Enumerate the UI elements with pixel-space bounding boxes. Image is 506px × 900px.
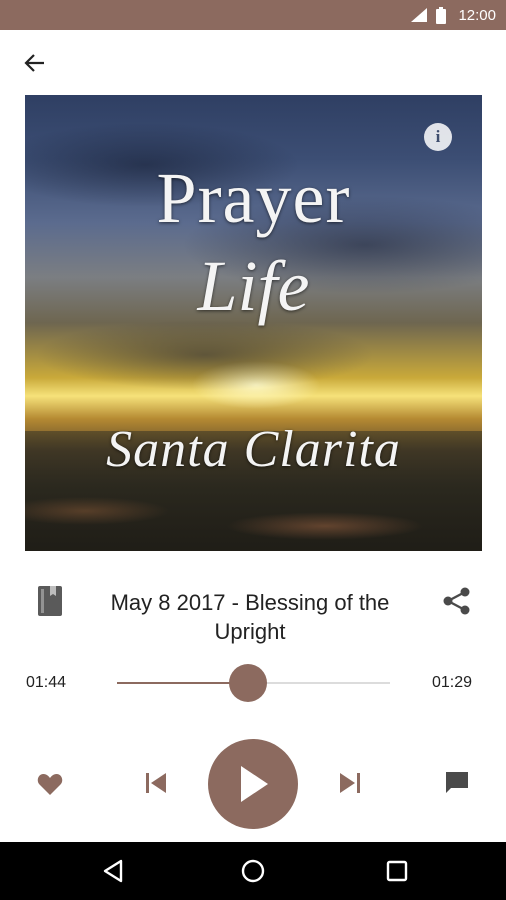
nav-back-button[interactable] [98, 856, 128, 886]
cover-title-line3: Santa Clarita [106, 421, 401, 478]
album-cover: Prayer Life Santa Clarita i [25, 95, 482, 551]
back-button[interactable] [18, 46, 52, 80]
remaining-time: 01:29 [432, 674, 473, 691]
play-icon [241, 766, 268, 802]
skip-next-button[interactable] [334, 767, 366, 799]
nav-home-button[interactable] [238, 856, 268, 886]
play-button[interactable] [208, 739, 298, 829]
back-triangle-icon [103, 859, 123, 883]
skip-previous-icon [146, 773, 166, 793]
nav-recents-button[interactable] [382, 856, 412, 886]
app-bar [0, 30, 506, 95]
favorite-button[interactable] [34, 768, 66, 800]
cover-title-line1: Prayer [156, 158, 351, 238]
cover-title-line2: Life [197, 246, 310, 326]
elapsed-time: 01:44 [26, 674, 67, 691]
status-icons: 12:00 [410, 0, 496, 30]
status-time: 12:00 [458, 6, 496, 24]
seek-thumb[interactable] [229, 664, 268, 702]
signal-icon [411, 8, 428, 22]
comment-icon [446, 772, 468, 793]
track-title: May 8 2017 - Blessing of the Upright [110, 590, 390, 644]
share-icon [443, 587, 470, 615]
skip-next-icon [340, 773, 360, 793]
system-nav-bar [0, 842, 506, 900]
recents-square-icon [386, 860, 408, 882]
track-info-row: May 8 2017 - Blessing of the Upright [0, 580, 506, 650]
skip-previous-button[interactable] [140, 767, 172, 799]
book-icon[interactable] [38, 586, 62, 616]
heart-icon [37, 774, 63, 795]
comment-button[interactable] [441, 766, 473, 798]
status-bar: 12:00 [0, 0, 506, 30]
info-icon[interactable]: i [424, 123, 452, 151]
arrow-left-icon [24, 54, 44, 72]
home-circle-icon [241, 859, 265, 883]
share-button[interactable] [441, 585, 473, 617]
battery-icon [436, 6, 447, 24]
